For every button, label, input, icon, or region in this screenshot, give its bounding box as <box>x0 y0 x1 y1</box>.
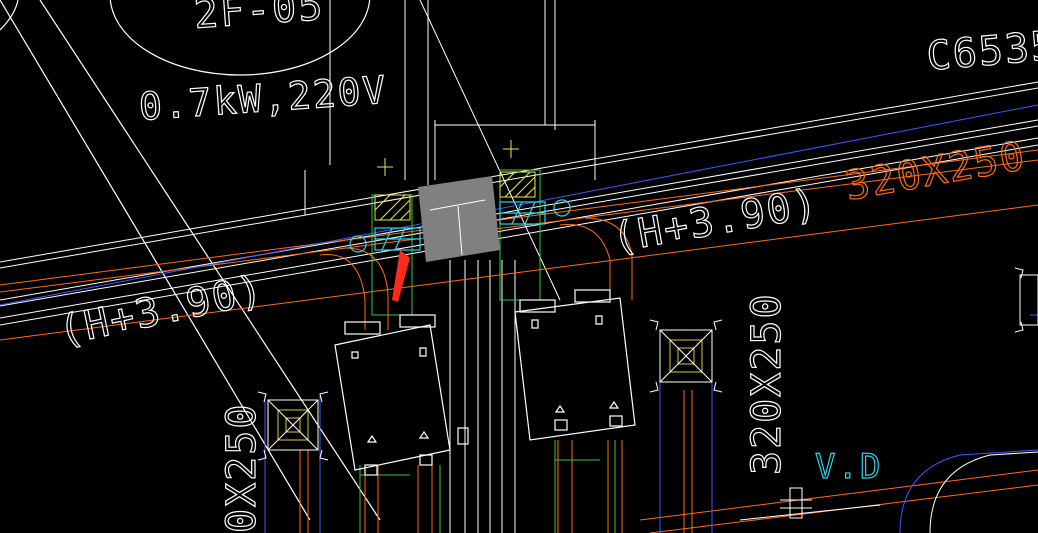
elevation-label-right: (H+3.90) <box>609 180 822 262</box>
ceiling-diffuser-edge <box>1014 267 1038 333</box>
power-rating-label: 0.7kW,220V <box>138 68 389 129</box>
duct-size-label-vertical: 320X250 <box>744 292 790 475</box>
red-pointer-arrow <box>392 250 410 302</box>
drawing-code-label: C6535 <box>925 23 1038 80</box>
fan-coil-unit-right <box>514 289 636 441</box>
cad-drawing-canvas[interactable]: 2F-05 0.7kW,220V C6535 320X250 (H+3.90) … <box>0 0 1038 533</box>
cad-drawing[interactable]: 2F-05 0.7kW,220V C6535 320X250 (H+3.90) … <box>0 0 1038 533</box>
duct-size-label-left: 0X250 <box>219 403 265 533</box>
fan-coil-unit-left <box>334 314 469 476</box>
crosshair-markers <box>377 140 519 176</box>
equipment-id-label: 2F-05 <box>192 0 325 38</box>
gray-column <box>418 176 500 262</box>
ceiling-diffuser-right <box>649 319 723 393</box>
elevation-label-left: (H+3.90) <box>55 266 269 354</box>
ceiling-diffuser-left <box>257 391 329 461</box>
damper-tag-label: V.D <box>815 447 882 487</box>
duct-size-label-right: 320X250 <box>842 133 1030 210</box>
